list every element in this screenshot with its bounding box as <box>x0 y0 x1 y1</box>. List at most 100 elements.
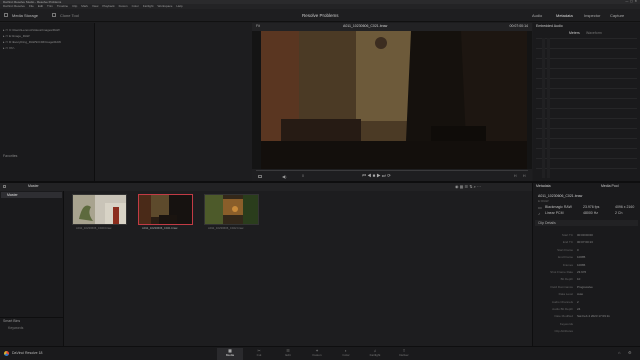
menu-item[interactable]: File <box>29 5 34 8</box>
metadata-clip-path: E:\RAW <box>538 199 549 203</box>
metadata-row: End TC 00:07:00:13 <box>535 240 638 247</box>
mark-in-button[interactable]: H <box>514 174 517 179</box>
metadata-value[interactable]: 0 <box>577 248 579 252</box>
zoom-select[interactable]: Fit <box>256 24 260 29</box>
page-tab-edit[interactable]: ☰ Edit <box>275 348 301 360</box>
media-storage-button[interactable]: Media Storage <box>12 14 38 18</box>
metadata-label: Clip Attributes <box>554 329 573 334</box>
metadata-row: Audio Channels 2 <box>535 300 638 307</box>
metadata-label: Audio Bit Depth <box>552 306 573 311</box>
metadata-row: Audio Bit Depth 24 <box>535 307 638 314</box>
metadata-value[interactable]: 23.976 <box>577 270 586 274</box>
menu-item[interactable]: Trim <box>47 5 53 8</box>
menu-item[interactable]: Fairlight <box>143 5 154 8</box>
bin-list-icon[interactable] <box>3 185 6 188</box>
metadata-value[interactable]: Auto <box>577 293 583 296</box>
metadata-panel: Metadata Media Pool A011_10230606_C021.b… <box>533 183 640 346</box>
metadata-label: Bit Depth <box>560 277 573 282</box>
menu-item[interactable]: Clip <box>72 5 77 8</box>
menu-item[interactable]: View <box>92 5 98 8</box>
audio-codec: Linear PCM <box>545 211 564 215</box>
metadata-value[interactable]: 00:07:00:13 <box>577 241 593 244</box>
viewer-header: Fit A011_10230606_C021.braw 00:07:00:14 <box>252 23 532 31</box>
metadata-label: Field Dominance <box>550 284 573 289</box>
bin-item-master[interactable]: Master <box>1 192 62 198</box>
menu-item[interactable]: Edit <box>38 5 43 8</box>
page-tab-fairlight[interactable]: ♫ Fairlight <box>362 348 388 360</box>
metadata-label: Date Modified <box>554 314 573 319</box>
menu-item[interactable]: Help <box>176 5 182 8</box>
audio-meter-channel <box>542 38 545 178</box>
transport-controls[interactable]: ⏮ ◀ ■ ▶ ⏭ ⟳ <box>362 173 391 179</box>
page-tab-media[interactable]: ▦ Media <box>217 348 243 360</box>
metadata-value[interactable]: Sat Feb 4 2023 17:09:11 <box>577 315 610 318</box>
metadata-row: Keywords <box>535 322 638 329</box>
media-storage-locations: ▸ ▭ C:\Users\Lenovo\Videos\Images\RAW ▸ ▭… <box>0 23 94 181</box>
storage-location-label: Xh:\ <box>9 46 15 50</box>
project-title: Resolve Problems <box>302 13 339 18</box>
page-tab-label: Color <box>342 353 350 357</box>
storage-location-item[interactable]: ▸ ▭ Xh:\ <box>3 46 93 52</box>
clip-thumbnail-selected[interactable] <box>138 194 193 225</box>
home-icon[interactable]: ⌂ <box>618 351 620 355</box>
clip-thumbnail[interactable] <box>72 194 127 225</box>
page-tab-label: Cut <box>256 353 262 357</box>
audio-button[interactable]: Audio <box>532 14 542 18</box>
viewer-timecode: 00:07:00:14 <box>509 24 529 28</box>
capture-button[interactable]: Capture <box>610 14 624 18</box>
view-mode-icons[interactable]: ◉ ▦ ☰ ⇅ ⌕ ⋯ <box>455 184 481 189</box>
menu-item[interactable]: DaVinci Resolve <box>3 5 25 8</box>
menu-item[interactable]: Playback <box>102 5 114 8</box>
inspector-button[interactable]: Inspector <box>584 14 600 18</box>
settings-icon[interactable]: ⚙ <box>628 351 632 355</box>
metadata-label: Audio Channels <box>551 299 573 304</box>
video-codec: Blackmagic RAW <box>545 205 572 209</box>
top-toolbar: Media Storage Clone Tool Resolve Problem… <box>0 9 640 22</box>
viewer-clip-name: A011_10230606_C021.braw <box>343 24 388 28</box>
page-tab-cut[interactable]: ✂ Cut <box>246 348 272 360</box>
embedded-audio-title: Embedded Audio <box>536 24 563 28</box>
metadata-value[interactable]: 24 <box>577 307 580 311</box>
clip-details-section[interactable]: Clip Details <box>535 220 638 226</box>
page-tab-label: Fairlight <box>369 353 381 357</box>
clone-tool-button[interactable]: Clone Tool <box>60 14 79 18</box>
metadata-title: Metadata <box>536 184 551 188</box>
page-tab-label: Fusion <box>312 353 322 357</box>
viewer-mode-icon[interactable] <box>258 175 262 178</box>
meter-gridline <box>536 108 637 109</box>
volume-icon[interactable]: ◀) <box>282 175 286 179</box>
window-controls[interactable]: — ▢ ✕ <box>625 0 637 3</box>
meter-gridline <box>536 158 637 159</box>
menu-item[interactable]: Workspace <box>157 5 172 8</box>
metadata-value[interactable]: 10 <box>577 278 580 281</box>
menu-item[interactable]: Fusion <box>119 5 128 8</box>
meter-gridline <box>536 138 637 139</box>
mark-out-button[interactable]: H <box>523 174 526 179</box>
clone-tool-icon[interactable] <box>52 13 56 17</box>
metadata-value[interactable]: Progressive <box>577 285 593 289</box>
media-storage-icon[interactable] <box>4 13 8 17</box>
page-tab-color[interactable]: ◐ Color <box>333 348 359 360</box>
metadata-value[interactable]: 2 <box>577 300 579 304</box>
favorites-label: Favorites <box>3 154 18 158</box>
tab-waveform[interactable]: Waveform <box>586 31 602 36</box>
tab-meters[interactable]: Meters <box>569 31 580 36</box>
page-tab-label: Deliver <box>399 353 409 357</box>
menu-item[interactable]: Color <box>132 5 139 8</box>
viewer-scrubber[interactable] <box>256 170 528 171</box>
metadata-value[interactable]: 10085 <box>577 256 585 259</box>
position-field[interactable]: 0 <box>302 174 304 179</box>
viewer-area[interactable] <box>252 31 532 169</box>
page-navigation-bar: DaVinci Resolve 18 ▦ Media ✂ Cut ☰ Edit ✦ Fusio… <box>0 346 640 360</box>
metadata-value[interactable]: 00:00:00:00 <box>577 234 593 237</box>
clip-thumbnail[interactable] <box>204 194 259 225</box>
metadata-mode-select[interactable]: Media Pool <box>601 184 619 189</box>
metadata-button[interactable]: Metadata <box>556 14 573 18</box>
page-tab-fusion[interactable]: ✦ Fusion <box>304 348 330 360</box>
metadata-value[interactable]: 10086 <box>577 263 585 267</box>
menu-item[interactable]: Mark <box>81 5 88 8</box>
smart-bin-keywords[interactable]: Keywords <box>8 326 23 331</box>
menu-item[interactable]: Timeline <box>57 5 68 8</box>
page-tab-deliver[interactable]: ⇪ Deliver <box>391 348 417 360</box>
metadata-row: Frames 10086 <box>535 263 638 270</box>
